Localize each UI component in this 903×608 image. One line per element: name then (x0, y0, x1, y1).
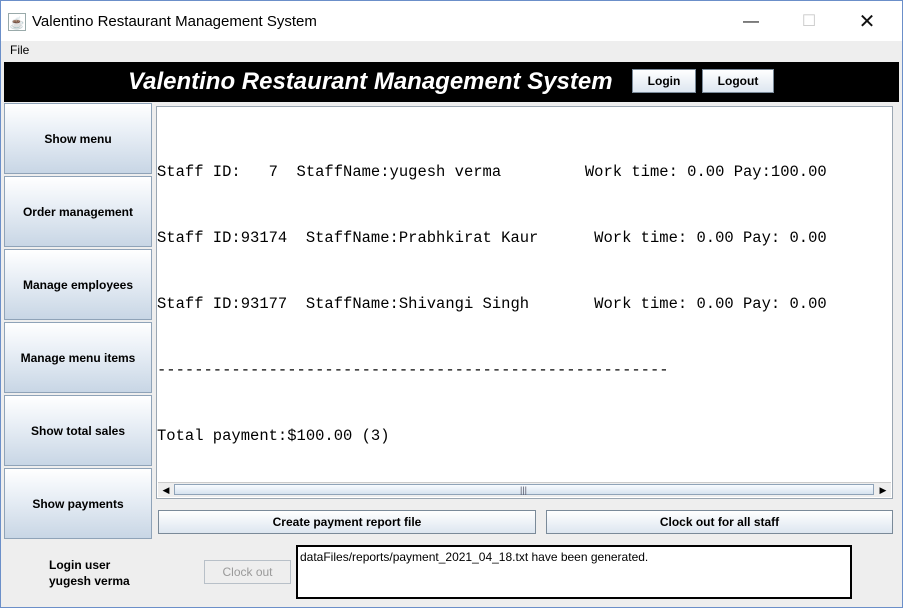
report-text: Staff ID: 7 StaffName:yugesh verma Work … (157, 117, 892, 491)
sidebar-item-show-payments[interactable]: Show payments (4, 468, 152, 539)
maximize-button[interactable]: ☐ (786, 9, 832, 35)
window-title: Valentino Restaurant Management System (32, 13, 317, 30)
close-button[interactable]: ✕ (844, 9, 890, 35)
create-payment-report-button[interactable]: Create payment report file (158, 510, 536, 534)
report-total: Total payment:$100.00 (3) (157, 427, 390, 445)
sidebar-item-label: Show payments (32, 496, 124, 511)
login-user-info: Login user yugesh verma (49, 557, 130, 589)
login-user-name: yugesh verma (49, 574, 130, 588)
sidebar-item-label: Show total sales (30, 423, 126, 438)
java-cup-icon: ☕ (8, 13, 26, 31)
sidebar-item-label: Show menu (44, 131, 112, 146)
report-line: Staff ID: 7 StaffName:yugesh verma Work … (157, 163, 827, 181)
sidebar-item-manage-menu-items[interactable]: Manage menu items (4, 322, 152, 393)
horizontal-scrollbar[interactable]: ◀ ||| ▶ (158, 482, 891, 497)
sidebar-item-manage-employees[interactable]: Manage employees (4, 249, 152, 320)
logout-button[interactable]: Logout (702, 69, 774, 93)
arrow-left-icon[interactable]: ◀ (160, 484, 172, 496)
login-user-label: Login user (49, 558, 111, 572)
minimize-button[interactable]: — (728, 9, 774, 35)
sidebar-item-show-menu[interactable]: Show menu (4, 103, 152, 174)
login-button[interactable]: Login (632, 69, 696, 93)
clock-out-all-staff-button[interactable]: Clock out for all staff (546, 510, 893, 534)
sidebar-item-show-total-sales[interactable]: Show total sales (4, 395, 152, 466)
report-line: Staff ID:93177 StaffName:Shivangi Singh … (157, 295, 827, 313)
menu-bar: File (1, 41, 902, 61)
app-window: ☕ Valentino Restaurant Management System… (0, 0, 903, 608)
arrow-right-icon[interactable]: ▶ (877, 484, 889, 496)
report-text-area[interactable]: Staff ID: 7 StaffName:yugesh verma Work … (156, 106, 893, 499)
status-message: dataFiles/reports/payment_2021_04_18.txt… (300, 550, 649, 564)
header-banner: Valentino Restaurant Management System L… (4, 62, 899, 102)
status-message-box: dataFiles/reports/payment_2021_04_18.txt… (296, 545, 852, 599)
sidebar-item-order-management[interactable]: Order management (4, 176, 152, 247)
sidebar-item-label: Order management (22, 204, 134, 219)
report-separator: ----------------------------------------… (157, 361, 669, 379)
scrollbar-thumb[interactable]: ||| (174, 484, 874, 495)
grip-icon: ||| (520, 485, 528, 495)
sidebar-item-label: Manage employees (22, 277, 134, 292)
clock-out-button[interactable]: Clock out (204, 560, 291, 584)
menu-file[interactable]: File (10, 43, 29, 57)
title-bar[interactable]: ☕ Valentino Restaurant Management System… (1, 1, 902, 41)
report-line: Staff ID:93174 StaffName:Prabhkirat Kaur… (157, 229, 827, 247)
header-title: Valentino Restaurant Management System (128, 68, 613, 95)
sidebar-item-label: Manage menu items (20, 350, 136, 365)
